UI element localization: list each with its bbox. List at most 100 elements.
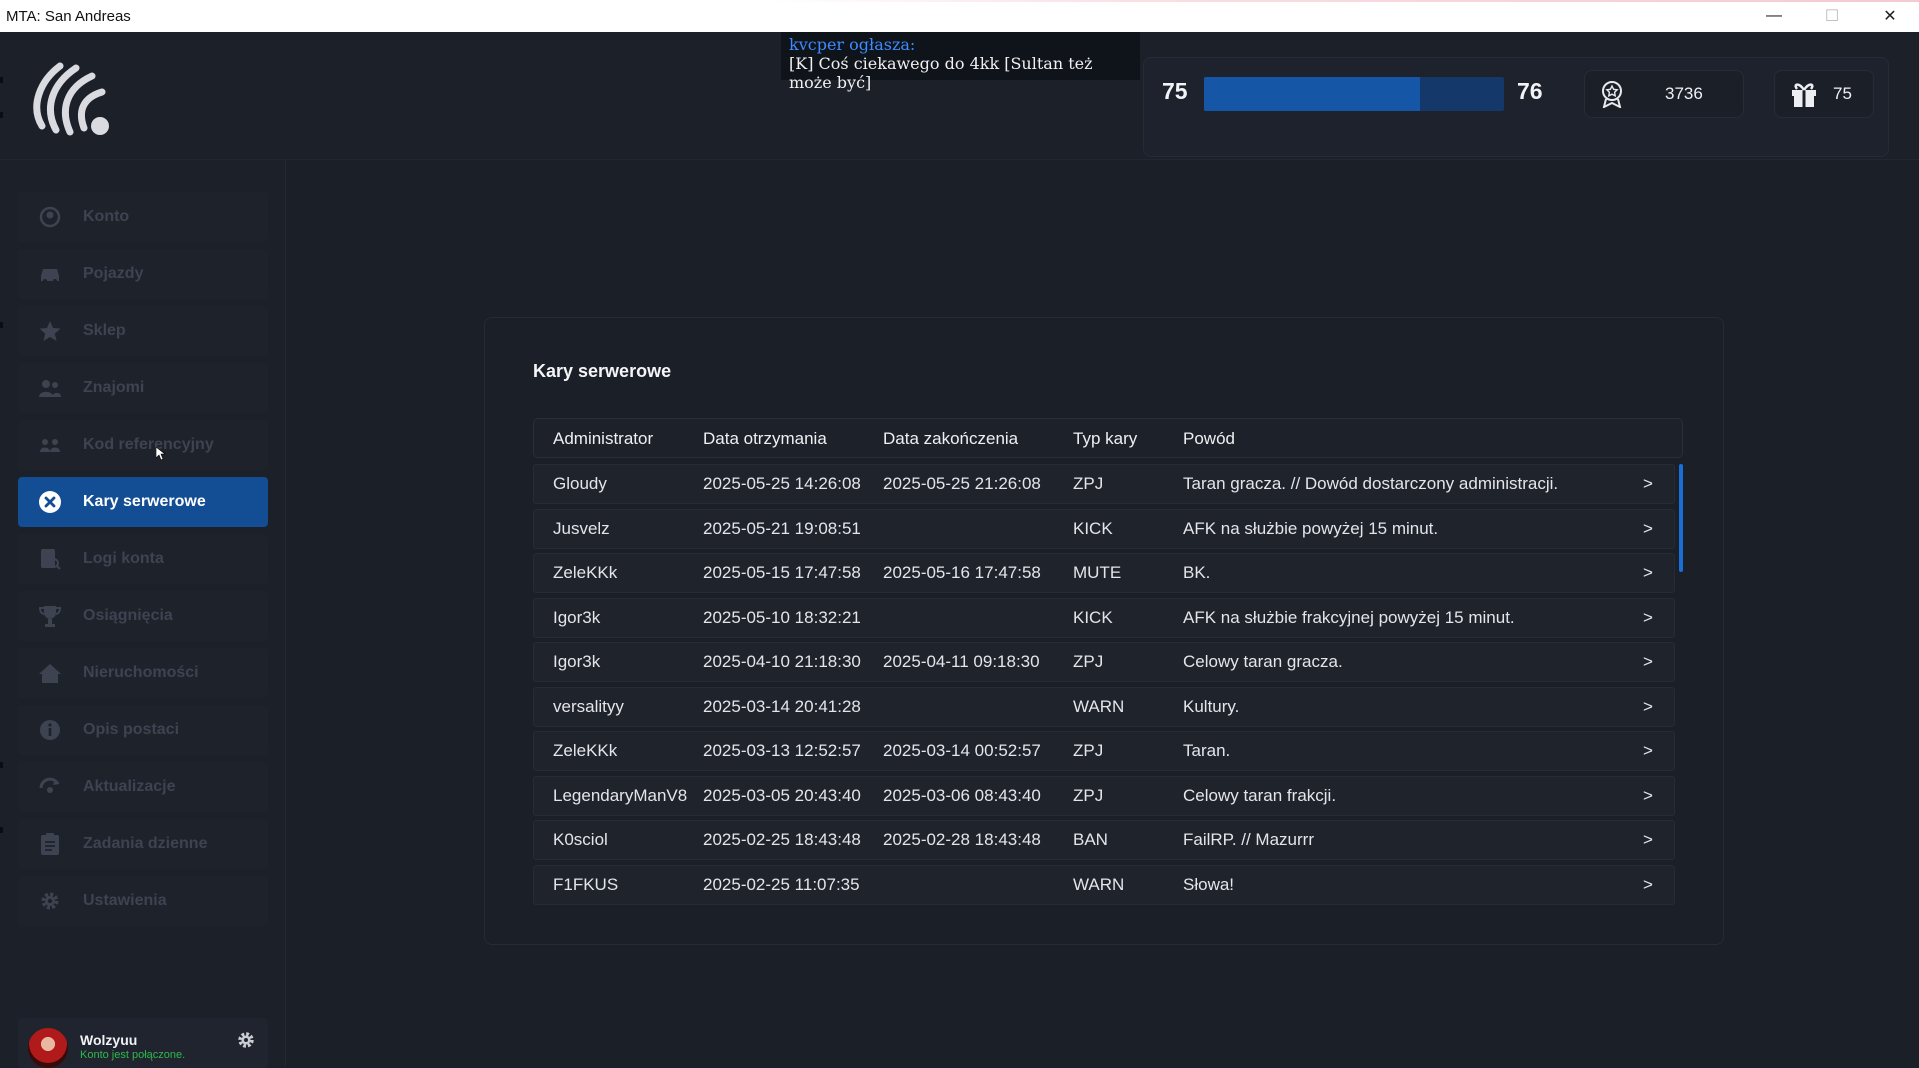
table-row[interactable]: Igor3k 2025-04-10 21:18:30 2025-04-11 09:1…: [533, 642, 1675, 682]
close-button[interactable]: ✕: [1861, 0, 1919, 32]
row-details-arrow[interactable]: >: [1643, 563, 1653, 583]
cell-penalty-type: BAN: [1073, 830, 1108, 849]
announcement-toast: kvcper ogłasza: [K] Coś ciekawego do 4kk…: [781, 32, 1140, 92]
gifts-value: 75: [1833, 84, 1852, 103]
user-settings-gear-icon[interactable]: [236, 1030, 256, 1050]
table-row[interactable]: ZeleKKk 2025-03-13 12:52:57 2025-03-14 00:…: [533, 731, 1675, 771]
sidebar-item-konto[interactable]: Konto: [18, 192, 268, 242]
cell-penalty-type: MUTE: [1073, 563, 1122, 582]
row-details-arrow[interactable]: >: [1643, 608, 1653, 628]
sidebar-item-nieruchomosci[interactable]: Nieruchomości: [18, 648, 268, 698]
gear-icon: [38, 889, 62, 913]
cell-received-date: 2025-05-10 18:32:21: [703, 607, 861, 627]
house-icon: [38, 661, 62, 685]
table-row[interactable]: versalityy 2025-03-14 20:41:28 WARN Kultury…: [533, 686, 1675, 727]
cell-reason: Kultury.: [1183, 696, 1240, 716]
sidebar-item-kod-referencyjny[interactable]: Kod referencyjny: [18, 420, 268, 470]
sidebar-item-label: Sklep: [83, 322, 126, 339]
sidebar-item-pojazdy[interactable]: Pojazdy: [18, 249, 268, 299]
sidebar-item-znajomi[interactable]: Znajomi: [18, 363, 268, 413]
edge-mark: [0, 762, 3, 768]
edge-mark: [0, 112, 3, 118]
cell-administrator: Igor3k: [553, 607, 601, 627]
cell-reason: Taran gracza. // Dowód dostarczony admin…: [1183, 474, 1559, 493]
mouse-cursor-icon: [156, 447, 166, 461]
column-header: Powód: [1183, 429, 1235, 448]
row-details-arrow[interactable]: >: [1643, 697, 1653, 717]
cell-penalty-type: KICK: [1073, 518, 1113, 538]
cell-end-date: 2025-03-06 08:43:40: [883, 785, 1041, 805]
cell-end-date: 2025-05-16 17:47:58: [883, 563, 1041, 582]
column-header: Data otrzymania: [703, 429, 827, 448]
star-icon: [38, 319, 62, 343]
trophy-icon: [38, 604, 62, 628]
reputation-box: 3736: [1584, 70, 1744, 118]
sidebar-item-zadania-dzienne[interactable]: Zadania dzienne: [18, 819, 268, 869]
row-details-arrow[interactable]: >: [1643, 830, 1653, 850]
header: kvcper ogłasza: [K] Coś ciekawego do 4kk…: [0, 32, 1919, 160]
cell-penalty-type: ZPJ: [1073, 474, 1104, 493]
sidebar-item-label: Nieruchomości: [83, 664, 199, 681]
cell-administrator: ZeleKKk: [553, 741, 618, 760]
cell-reason: AFK na służbie powyżej 15 minut.: [1183, 518, 1439, 538]
row-details-arrow[interactable]: >: [1643, 474, 1653, 494]
sidebar-item-logi-konta[interactable]: Logi konta: [18, 534, 268, 584]
table-row[interactable]: Gloudy 2025-05-25 14:26:08 2025-05-25 21:2…: [533, 464, 1675, 504]
sidebar-item-kary-serwerowe[interactable]: Kary serwerowe: [18, 477, 268, 527]
user-name: Wolzyuu: [80, 1032, 138, 1048]
sidebar-item-label: Konto: [83, 208, 130, 225]
window-controls: — ☐ ✕: [1745, 0, 1919, 32]
penalties-panel: Kary serwerowe Administrator Data otrzym…: [484, 317, 1724, 945]
cell-administrator: Jusvelz: [553, 518, 610, 538]
cell-received-date: 2025-05-25 14:26:08: [703, 474, 861, 493]
maximize-button[interactable]: ☐: [1803, 0, 1861, 32]
cell-administrator: LegendaryManV8: [553, 785, 688, 805]
close-circle-icon: [38, 490, 62, 514]
sidebar-item-osiagniecia[interactable]: Osiągnięcia: [18, 591, 268, 641]
sidebar-item-aktualizacje[interactable]: Aktualizacje: [18, 762, 268, 812]
reputation-value: 3736: [1665, 84, 1703, 103]
edge-mark: [0, 77, 3, 83]
cell-end-date: 2025-03-14 00:52:57: [883, 741, 1041, 760]
row-details-arrow[interactable]: >: [1643, 652, 1653, 672]
table-row[interactable]: Jusvelz 2025-05-21 19:08:51 KICK AFK na słu…: [533, 508, 1675, 549]
xp-progress-fill: [1204, 77, 1420, 111]
minimize-button[interactable]: —: [1745, 0, 1803, 32]
user-status: Konto jest połączone.: [80, 1049, 186, 1061]
gifts-box: 75: [1774, 70, 1874, 118]
row-details-arrow[interactable]: >: [1643, 519, 1653, 539]
cell-received-date: 2025-02-25 11:07:35: [703, 874, 860, 894]
xp-progress-bar: [1204, 77, 1504, 111]
avatar: [28, 1028, 68, 1068]
logs-icon: [38, 547, 62, 571]
cell-penalty-type: WARN: [1073, 696, 1125, 716]
sidebar-item-label: Pojazdy: [83, 265, 144, 282]
table-row[interactable]: ZeleKKk 2025-05-15 17:47:58 2025-05-16 17:…: [533, 553, 1675, 593]
cell-received-date: 2025-03-05 20:43:40: [703, 785, 861, 805]
table-row[interactable]: LegendaryManV8 2025-03-05 20:43:40 2025-03…: [533, 775, 1675, 816]
table-scrollbar[interactable]: [1679, 464, 1683, 572]
announcement-author: kvcper ogłasza:: [789, 35, 916, 54]
level-next: 76: [1517, 78, 1543, 104]
app-window: kvcper ogłasza: [K] Coś ciekawego do 4kk…: [0, 32, 1919, 1068]
table-row[interactable]: K0sciol 2025-02-25 18:43:48 2025-02-28 18:…: [533, 820, 1675, 860]
table-row[interactable]: F1FKUS 2025-02-25 11:07:35 WARN Słowa! >: [533, 864, 1675, 905]
sidebar-item-label: Zadania dzienne: [83, 835, 208, 852]
sidebar-item-ustawienia[interactable]: Ustawienia: [18, 876, 268, 926]
sidebar-item-opis-postaci[interactable]: Opis postaci: [18, 705, 268, 755]
table-row[interactable]: Igor3k 2025-05-10 18:32:21 KICK AFK na służ…: [533, 597, 1675, 638]
sidebar-item-sklep[interactable]: Sklep: [18, 306, 268, 356]
cell-administrator: K0sciol: [553, 830, 608, 849]
sidebar-item-label: Ustawienia: [83, 892, 167, 909]
sidebar-item-label: Kod referencyjny: [83, 436, 214, 453]
cell-administrator: ZeleKKk: [553, 563, 618, 582]
cell-received-date: 2025-03-13 12:52:57: [703, 741, 861, 760]
sidebar-item-label: Osiągnięcia: [83, 607, 173, 624]
row-details-arrow[interactable]: >: [1643, 741, 1653, 761]
announcement-message: [K] Coś ciekawego do 4kk [Sultan też moż…: [789, 54, 1093, 92]
row-details-arrow[interactable]: >: [1643, 786, 1653, 806]
edge-mark: [0, 827, 3, 833]
row-details-arrow[interactable]: >: [1643, 875, 1653, 895]
table-body: Gloudy 2025-05-25 14:26:08 2025-05-25 21:2…: [533, 464, 1675, 909]
sidebar-item-label: Aktualizacje: [83, 778, 176, 795]
